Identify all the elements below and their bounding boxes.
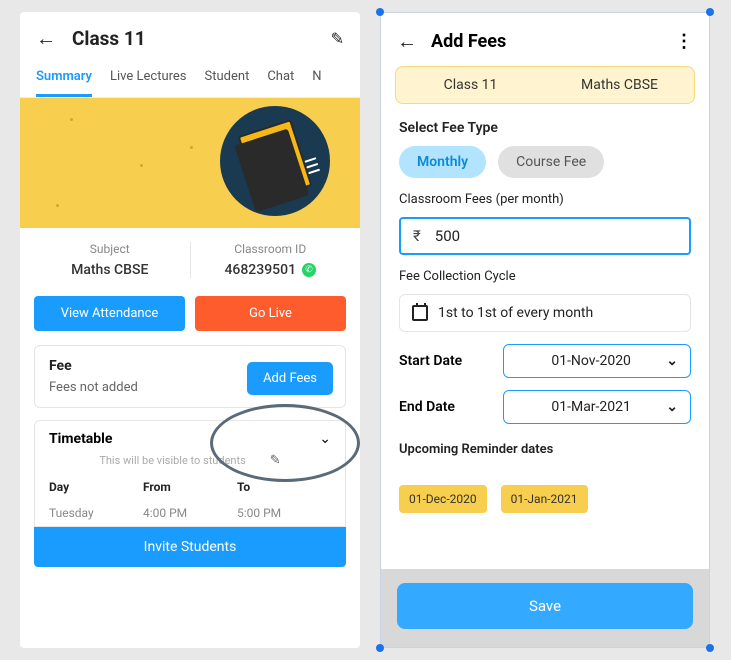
fee-cycle-select[interactable]: 1st to 1st of every month <box>399 294 691 332</box>
edit-timetable-icon[interactable]: ✎ <box>270 453 281 468</box>
classroom-id-label: Classroom ID <box>191 242 351 256</box>
timetable-note: This will be visible to students <box>99 454 245 467</box>
fee-cycle-label: Fee Collection Cycle <box>399 269 691 284</box>
page-title: Class 11 <box>72 27 315 50</box>
fee-type-course[interactable]: Course Fee <box>498 146 604 178</box>
selection-handle <box>376 8 384 16</box>
context-chip: Class 11 Maths CBSE <box>395 66 695 104</box>
chevron-down-icon[interactable]: ⌄ <box>319 431 331 447</box>
add-fees-screen: ← Add Fees ⋮ Class 11 Maths CBSE Select … <box>380 12 710 648</box>
fee-type-monthly[interactable]: Monthly <box>399 146 486 178</box>
hero-banner <box>20 98 360 228</box>
save-footer: Save <box>381 569 709 647</box>
fee-amount-field[interactable]: ₹ <box>399 217 691 255</box>
end-date-select[interactable]: 01-Mar-2021 ⌄ <box>503 390 691 424</box>
selection-handle <box>376 644 384 652</box>
select-fee-type-label: Select Fee Type <box>399 120 691 136</box>
chevron-down-icon: ⌄ <box>666 353 678 369</box>
chip-class: Class 11 <box>396 77 545 93</box>
reminder-chip: 01-Jan-2021 <box>501 485 588 513</box>
subject-value: Maths CBSE <box>30 262 190 278</box>
fee-card: Fee Fees not added Add Fees <box>34 345 346 408</box>
col-from: From <box>143 480 237 494</box>
row-day: Tuesday <box>49 506 143 520</box>
end-date-value: 01-Mar-2021 <box>516 399 666 415</box>
tab-student[interactable]: Student <box>205 61 250 97</box>
class-detail-screen: ← Class 11 ✎ Summary Live Lectures Stude… <box>20 12 360 648</box>
fee-amount-input[interactable] <box>435 227 677 245</box>
subject-label: Subject <box>30 242 190 256</box>
chip-subject: Maths CBSE <box>545 77 694 93</box>
header: ← Add Fees ⋮ <box>381 13 709 66</box>
book-icon <box>220 106 330 216</box>
back-icon[interactable]: ← <box>36 26 56 51</box>
start-date-select[interactable]: 01-Nov-2020 ⌄ <box>503 344 691 378</box>
classroom-id-value: 468239501 <box>224 262 296 278</box>
action-buttons: View Attendance Go Live <box>20 290 360 345</box>
view-attendance-button[interactable]: View Attendance <box>34 296 185 331</box>
reminder-dates-label: Upcoming Reminder dates <box>399 442 691 457</box>
go-live-button[interactable]: Go Live <box>195 296 346 331</box>
col-day: Day <box>49 480 143 494</box>
calendar-icon <box>412 305 428 321</box>
end-date-label: End Date <box>399 399 489 415</box>
col-to: To <box>237 480 331 494</box>
whatsapp-icon[interactable]: ✆ <box>302 263 316 277</box>
page-title: Add Fees <box>431 31 661 52</box>
edit-icon[interactable]: ✎ <box>331 29 344 48</box>
row-from: 4:00 PM <box>143 506 237 520</box>
invite-students-button[interactable]: Invite Students <box>34 527 346 567</box>
header: ← Class 11 ✎ <box>20 12 360 61</box>
add-fees-button[interactable]: Add Fees <box>247 362 333 395</box>
tab-chat[interactable]: Chat <box>267 61 294 97</box>
save-button[interactable]: Save <box>397 583 693 629</box>
back-icon[interactable]: ← <box>397 29 417 54</box>
reminder-chip: 01-Dec-2020 <box>399 485 487 513</box>
table-row: Tuesday 4:00 PM 5:00 PM <box>49 500 331 526</box>
timetable-title: Timetable <box>49 431 319 447</box>
start-date-value: 01-Nov-2020 <box>516 353 666 369</box>
start-date-label: Start Date <box>399 353 489 369</box>
tab-summary[interactable]: Summary <box>36 61 92 97</box>
tab-more[interactable]: N <box>312 61 321 97</box>
classroom-fees-label: Classroom Fees (per month) <box>399 192 691 207</box>
fee-cycle-value: 1st to 1st of every month <box>438 305 593 321</box>
chevron-down-icon: ⌄ <box>666 399 678 415</box>
row-to: 5:00 PM <box>237 506 331 520</box>
selection-handle <box>706 8 714 16</box>
rupee-icon: ₹ <box>413 227 421 245</box>
more-icon[interactable]: ⋮ <box>675 31 693 52</box>
tab-live-lectures[interactable]: Live Lectures <box>110 61 187 97</box>
timetable-card: Timetable ⌄ This will be visible to stud… <box>34 420 346 527</box>
tabs: Summary Live Lectures Student Chat N <box>20 61 360 98</box>
selection-handle <box>706 644 714 652</box>
class-info: Subject Maths CBSE Classroom ID 46823950… <box>20 228 360 290</box>
